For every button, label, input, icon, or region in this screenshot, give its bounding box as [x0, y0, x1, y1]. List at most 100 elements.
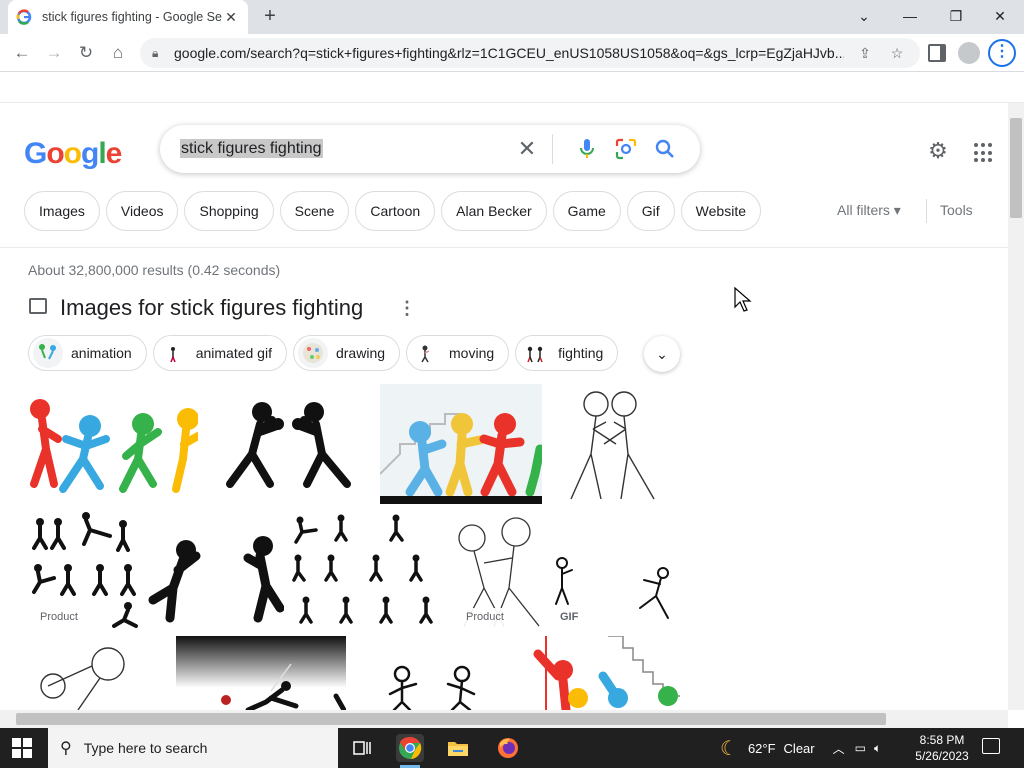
- clock-time: 8:58 PM: [919, 733, 965, 747]
- chip-shopping[interactable]: Shopping: [184, 191, 274, 231]
- related-chip-animated-gif[interactable]: animated gif: [152, 335, 287, 371]
- related-chip-drawing[interactable]: drawing: [292, 335, 401, 371]
- settings-gear-icon[interactable]: ⚙: [926, 139, 950, 163]
- google-favicon-icon: [16, 9, 32, 25]
- image-result[interactable]: [546, 384, 680, 504]
- notification-icon[interactable]: [982, 738, 1000, 754]
- firefox-icon[interactable]: [494, 734, 522, 762]
- chrome-taskbar-icon[interactable]: [396, 734, 424, 762]
- image-result[interactable]: [202, 384, 376, 504]
- divider: [0, 247, 1008, 248]
- image-icon: [29, 298, 47, 314]
- weather-description[interactable]: Clear: [784, 741, 815, 756]
- image-result[interactable]: GIF: [548, 508, 680, 632]
- forward-arrow-icon[interactable]: →: [42, 41, 66, 65]
- taskbar-search-box[interactable]: ⚲ Type here to search: [48, 728, 338, 768]
- chevron-down-icon[interactable]: ⌄: [644, 336, 680, 372]
- clear-search-icon[interactable]: ✕: [512, 136, 542, 162]
- tab-title: stick figures fighting - Google Se: [42, 10, 222, 24]
- image-result[interactable]: [28, 384, 198, 504]
- url-text[interactable]: google.com/search?q=stick+figures+fighti…: [174, 45, 844, 61]
- chip-gif[interactable]: Gif: [626, 191, 675, 231]
- share-icon[interactable]: ⇪: [854, 45, 876, 62]
- weather-moon-icon[interactable]: ☾: [720, 736, 738, 761]
- chip-cartoon[interactable]: Cartoon: [355, 191, 436, 231]
- chip-alan-becker[interactable]: Alan Becker: [441, 191, 547, 231]
- taskbar-clock[interactable]: 8:58 PM 5/26/2023: [912, 732, 972, 764]
- vertical-scroll-thumb[interactable]: [1010, 118, 1022, 218]
- chip-game[interactable]: Game: [552, 191, 621, 231]
- volume-muted-icon[interactable]: 🔈︎: [874, 741, 881, 756]
- search-icon: ⚲: [60, 740, 72, 757]
- chip-thumbnail: [157, 338, 188, 368]
- chevron-up-icon[interactable]: ︿: [833, 740, 845, 757]
- side-panel-icon[interactable]: [928, 44, 946, 62]
- search-box[interactable]: stick figures fighting ✕: [160, 125, 700, 173]
- new-tab-button[interactable]: +: [258, 4, 282, 28]
- horizontal-scroll-thumb[interactable]: [16, 713, 886, 725]
- image-result[interactable]: [350, 636, 516, 710]
- close-window-button[interactable]: ✕: [986, 4, 1014, 28]
- close-tab-icon[interactable]: ✕: [222, 9, 240, 26]
- search-icon[interactable]: [650, 134, 680, 164]
- image-result[interactable]: [518, 636, 680, 710]
- reload-icon[interactable]: ↻: [74, 41, 98, 65]
- all-filters-button[interactable]: All filters ▾: [837, 202, 901, 219]
- file-explorer-icon[interactable]: [444, 734, 472, 762]
- logo-letter: o: [46, 137, 64, 170]
- related-chip-fighting[interactable]: fighting: [515, 335, 619, 371]
- chip-images[interactable]: Images: [24, 191, 100, 231]
- voice-search-icon[interactable]: [572, 134, 602, 164]
- browser-menu-icon[interactable]: ⋮: [988, 39, 1016, 67]
- chip-scene[interactable]: Scene: [279, 191, 350, 231]
- clock-date: 5/26/2023: [915, 749, 969, 763]
- browser-tab[interactable]: stick figures fighting - Google Se ✕: [8, 0, 248, 34]
- address-bar[interactable]: 🔒︎ google.com/search?q=stick+figures+fig…: [140, 38, 920, 68]
- image-result[interactable]: [28, 636, 172, 710]
- home-icon[interactable]: ⌂: [106, 41, 130, 65]
- windows-taskbar: ⚲ Type here to search ☾ 62°F Clear ︿ ▭ 🔈…: [0, 728, 1024, 768]
- minimize-button[interactable]: —: [896, 4, 924, 28]
- google-apps-icon[interactable]: [974, 143, 994, 163]
- logo-letter: G: [24, 137, 47, 170]
- chip-website[interactable]: Website: [680, 191, 761, 231]
- related-chip-label: drawing: [335, 345, 386, 361]
- tools-button[interactable]: Tools: [940, 202, 973, 218]
- logo-letter: e: [105, 137, 123, 170]
- chip-thumbnail: [520, 338, 551, 368]
- weather-temperature[interactable]: 62°F: [748, 741, 776, 756]
- related-chip-label: moving: [449, 345, 495, 361]
- gif-badge: GIF: [560, 611, 579, 623]
- more-options-icon[interactable]: ⋮: [398, 298, 416, 319]
- google-logo[interactable]: Google: [24, 137, 123, 171]
- product-badge: Product: [34, 608, 84, 626]
- related-chip-animation[interactable]: animation: [28, 335, 147, 371]
- related-chip-label: animation: [71, 345, 132, 361]
- chip-videos[interactable]: Videos: [105, 191, 179, 231]
- task-view-icon[interactable]: [348, 734, 376, 762]
- search-input[interactable]: stick figures fighting: [180, 139, 512, 158]
- system-tray: ☾ 62°F Clear ︿ ▭ 🔈︎: [720, 728, 881, 768]
- taskbar-search-placeholder: Type here to search: [83, 740, 208, 756]
- image-result[interactable]: [286, 508, 452, 632]
- image-result[interactable]: [380, 384, 542, 504]
- profile-avatar-icon[interactable]: [958, 42, 980, 64]
- image-result[interactable]: Product: [454, 508, 546, 632]
- chip-thumbnail: [33, 338, 63, 368]
- images-section-title[interactable]: Images for stick figures fighting: [60, 295, 363, 321]
- bookmark-star-icon[interactable]: ☆: [886, 45, 908, 62]
- network-icon[interactable]: ▭: [855, 741, 866, 755]
- search-query-text[interactable]: stick figures fighting: [180, 139, 323, 158]
- tab-search-icon[interactable]: ⌄: [850, 4, 878, 28]
- lens-search-icon[interactable]: [611, 134, 641, 164]
- lock-icon[interactable]: 🔒︎: [152, 46, 166, 61]
- windows-start-icon[interactable]: [12, 738, 32, 758]
- related-chip-moving[interactable]: moving: [406, 335, 510, 371]
- back-arrow-icon[interactable]: ←: [10, 41, 34, 65]
- product-badge: Product: [460, 608, 510, 626]
- mouse-cursor-icon: [734, 287, 752, 312]
- image-result[interactable]: [176, 636, 346, 710]
- restore-button[interactable]: ❐: [942, 4, 970, 28]
- image-result[interactable]: Product: [28, 508, 146, 632]
- image-result[interactable]: [148, 508, 284, 632]
